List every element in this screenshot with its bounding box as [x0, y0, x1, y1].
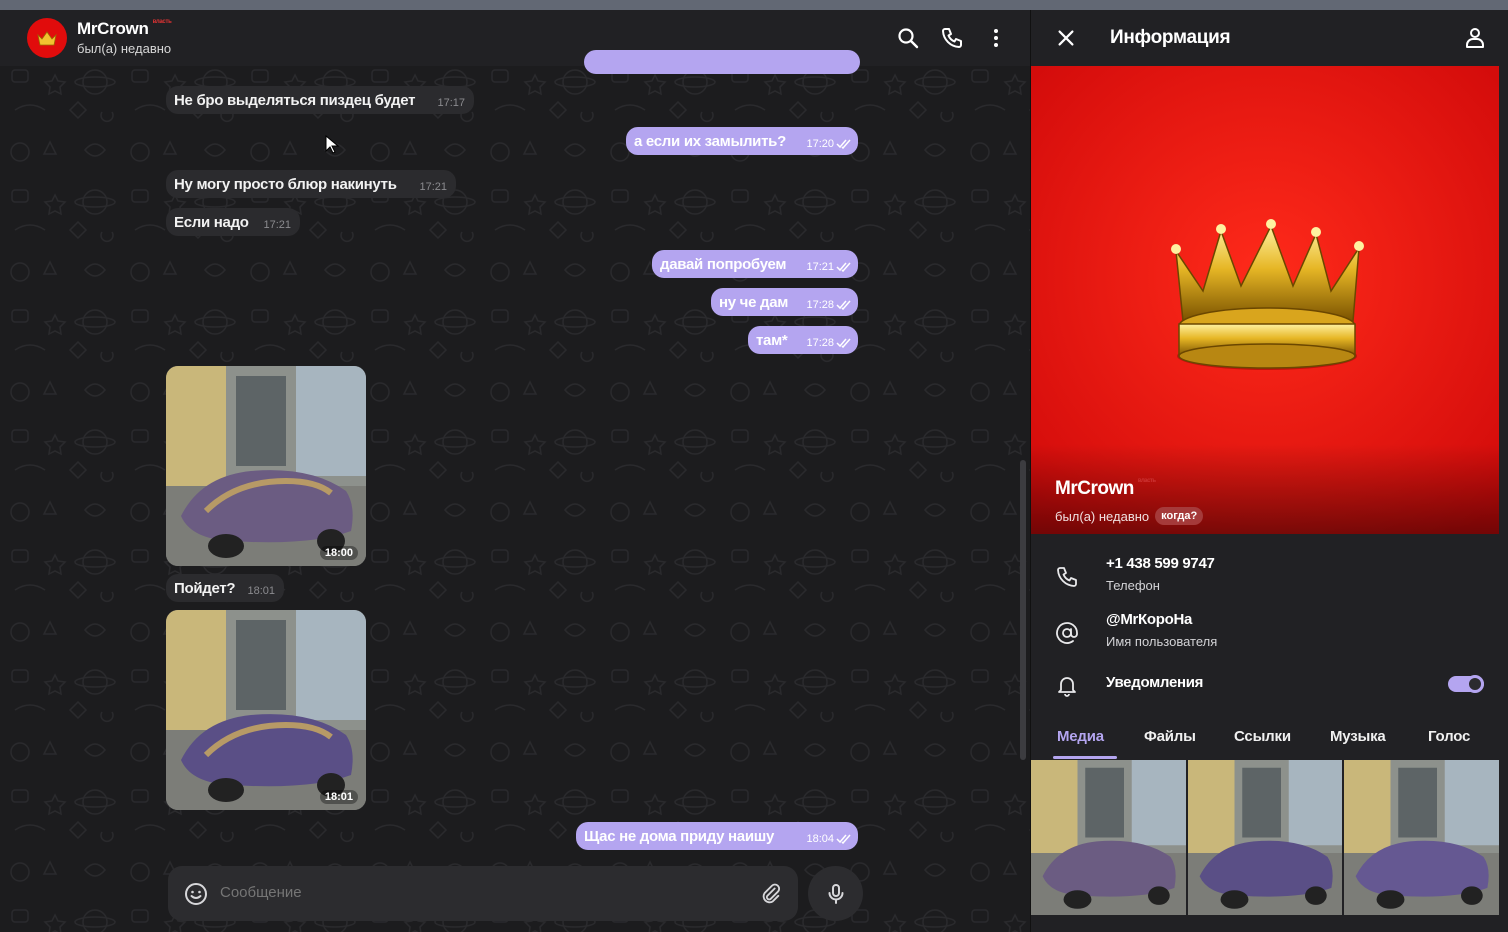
message-bubble-partial [584, 50, 860, 74]
car-thumbnail-image [1031, 760, 1186, 915]
active-tab-indicator [1053, 756, 1117, 759]
profile-photo[interactable]: MrCrown власть был(а) недавно когда? [1031, 66, 1499, 534]
message-text: Пойдет? [174, 580, 236, 597]
tab-links[interactable]: Ссылки [1234, 728, 1291, 745]
attach-icon[interactable] [760, 883, 782, 905]
phone-icon [1057, 567, 1077, 587]
message-bubble[interactable]: давай попробуем 17:21 [652, 250, 858, 278]
message-text: Не бро выделяться пиздец будет [174, 92, 416, 109]
message-bubble[interactable]: Ну могу просто блюр накинуть 17:21 [166, 170, 456, 198]
profile-name-line: MrCrown власть [1055, 478, 1156, 500]
username-label: Имя пользователя [1106, 634, 1218, 649]
crown-icon [37, 31, 57, 46]
contact-avatar[interactable] [27, 18, 67, 58]
read-checkmarks-icon [836, 338, 851, 348]
message-time: 18:01 [247, 585, 275, 597]
bell-icon [1058, 677, 1076, 697]
car-thumbnail-image [1187, 760, 1343, 915]
chat-header-names[interactable]: MrCrown власть был(а) недавно [77, 19, 172, 56]
phone-number[interactable]: +1 438 599 9747 [1106, 555, 1215, 572]
chat-title: MrCrown [77, 19, 149, 38]
message-text: там* [756, 332, 788, 349]
at-sign-icon [1056, 622, 1078, 644]
tab-media[interactable]: Медиа [1057, 728, 1104, 745]
car-thumbnail-image [1344, 760, 1500, 915]
message-text: ну че дам [719, 294, 789, 311]
read-checkmarks-icon [836, 300, 851, 310]
message-bubble[interactable]: там* 17:28 [748, 326, 858, 354]
message-text: а если их замылить? [634, 133, 786, 150]
message-text: давай попробуем [660, 256, 787, 273]
edit-contact-icon[interactable] [1463, 26, 1487, 50]
read-checkmarks-icon [836, 139, 851, 149]
username[interactable]: @MrКороНа [1106, 611, 1192, 628]
chat-scrollbar[interactable] [1020, 460, 1026, 760]
chat-header: MrCrown власть был(а) недавно [0, 10, 1030, 66]
message-bubble[interactable]: а если их замылить? 17:20 [626, 127, 858, 155]
window-top-strip [0, 0, 1508, 10]
message-time: 18:04 [806, 833, 834, 845]
more-vertical-icon[interactable] [984, 26, 1008, 50]
tab-voice[interactable]: Голос [1428, 728, 1470, 745]
message-bubble[interactable]: Пойдет? 18:01 [166, 574, 284, 602]
photo-message[interactable]: 18:00 [166, 366, 366, 566]
tab-files[interactable]: Файлы [1144, 728, 1196, 745]
message-time: 17:20 [806, 138, 834, 150]
phone-icon[interactable] [940, 26, 964, 50]
photo-time: 18:00 [319, 546, 358, 560]
message-composer [168, 866, 798, 921]
car-photo [166, 366, 366, 566]
chat-title-sub: власть [152, 19, 172, 25]
message-text: Щас не дома приду наишу [584, 828, 775, 845]
message-bubble[interactable]: ну че дам 17:28 [711, 288, 858, 316]
profile-status: был(а) недавно [1055, 508, 1150, 524]
info-header: Информация [1031, 10, 1508, 66]
read-checkmarks-icon [836, 262, 851, 272]
shared-media-tabs: Медиа Файлы Ссылки Музыка Голос [1031, 720, 1508, 759]
message-time: 17:17 [437, 97, 465, 109]
message-bubble[interactable]: Щас не дома приду наишу 18:04 [576, 822, 858, 850]
mouse-cursor-icon [325, 135, 339, 154]
mic-icon [828, 884, 844, 904]
message-time: 17:21 [419, 181, 447, 193]
media-grid [1031, 760, 1500, 915]
voice-record-button[interactable] [808, 866, 863, 921]
media-thumbnail[interactable] [1031, 760, 1186, 915]
close-icon[interactable] [1055, 27, 1077, 49]
message-bubble[interactable]: Не бро выделяться пиздец будет 17:17 [166, 86, 474, 114]
car-photo [166, 610, 366, 810]
message-time: 17:28 [806, 337, 834, 349]
emoji-icon[interactable] [184, 882, 208, 906]
message-bubble[interactable]: Если надо 17:21 [166, 208, 300, 236]
chat-panel: MrCrown власть был(а) недавно Не бро выде… [0, 10, 1030, 932]
message-time: 17:28 [806, 299, 834, 311]
photo-time: 18:01 [319, 790, 358, 804]
search-icon[interactable] [896, 26, 920, 50]
message-time: 17:21 [263, 219, 291, 231]
chat-status: был(а) недавно [77, 41, 172, 56]
message-text: Ну могу просто блюр накинуть [174, 176, 397, 193]
photo-message[interactable]: 18:01 [166, 610, 366, 810]
toggle-knob [1466, 675, 1484, 693]
message-input[interactable] [220, 884, 740, 901]
message-text: Если надо [174, 214, 249, 231]
notifications-label: Уведомления [1106, 674, 1204, 691]
phone-label: Телефон [1106, 578, 1160, 593]
profile-status-line: был(а) недавно когда? [1055, 507, 1204, 525]
message-time: 17:21 [806, 261, 834, 273]
tab-music[interactable]: Музыка [1330, 728, 1386, 745]
read-checkmarks-icon [836, 834, 851, 844]
info-panel: Информация MrCrown власть был(а) недавно… [1030, 10, 1508, 932]
profile-name-sub: власть [1137, 478, 1156, 484]
notifications-toggle[interactable] [1448, 675, 1484, 693]
when-badge[interactable]: когда? [1155, 507, 1204, 525]
chat-background-pattern [0, 10, 1030, 932]
media-thumbnail[interactable] [1344, 760, 1500, 915]
info-title: Информация [1110, 27, 1231, 48]
media-thumbnail[interactable] [1187, 760, 1343, 915]
profile-name: MrCrown [1055, 478, 1134, 499]
